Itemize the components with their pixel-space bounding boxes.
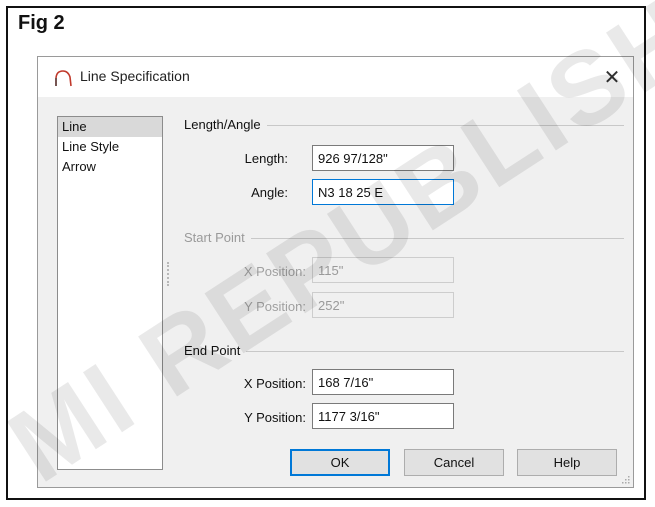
arc-line-icon <box>55 70 72 87</box>
tab-line[interactable]: Line <box>58 117 162 137</box>
angle-field[interactable] <box>312 179 454 205</box>
line-specification-dialog: Line Specification ✕ Line Line Style Arr… <box>37 56 634 488</box>
end-y-label: Y Position: <box>244 410 306 425</box>
angle-label: Angle: <box>251 185 288 200</box>
start-y-label: Y Position: <box>244 299 306 314</box>
end-x-label: X Position: <box>243 376 306 391</box>
help-button[interactable]: Help <box>517 449 617 476</box>
length-angle-heading: Length/Angle <box>184 117 267 132</box>
cancel-button[interactable]: Cancel <box>404 449 504 476</box>
length-field[interactable] <box>312 145 454 171</box>
dialog-titlebar[interactable]: Line Specification ✕ <box>38 57 633 97</box>
start-x-field <box>312 257 454 283</box>
start-y-field <box>312 292 454 318</box>
splitter-grip[interactable] <box>167 262 171 286</box>
tabs-list: Line Line Style Arrow <box>57 116 163 470</box>
close-icon: ✕ <box>603 66 621 89</box>
end-y-field[interactable] <box>312 403 454 429</box>
end-x-field[interactable] <box>312 369 454 395</box>
ok-button[interactable]: OK <box>290 449 390 476</box>
start-point-heading: Start Point <box>184 230 251 245</box>
tab-line-style[interactable]: Line Style <box>58 137 162 157</box>
close-button[interactable]: ✕ <box>591 57 633 97</box>
end-point-heading: End Point <box>184 343 247 358</box>
dialog-title: Line Specification <box>80 68 190 84</box>
group-divider <box>184 351 624 352</box>
tab-arrow[interactable]: Arrow <box>58 157 162 177</box>
resize-grip-icon[interactable] <box>620 474 630 484</box>
start-x-label: X Position: <box>243 264 306 279</box>
length-label: Length: <box>244 151 288 166</box>
figure-title: Fig 2 <box>18 12 65 34</box>
